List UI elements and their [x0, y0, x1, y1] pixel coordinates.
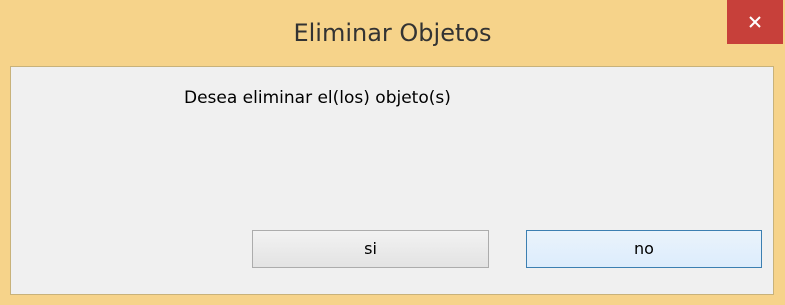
- dialog-window: Eliminar Objetos Desea eliminar el(los) …: [0, 0, 785, 305]
- close-button[interactable]: [727, 0, 783, 44]
- dialog-content: Desea eliminar el(los) objeto(s) si no: [10, 66, 774, 295]
- close-icon: [749, 16, 761, 28]
- confirmation-message: Desea eliminar el(los) objeto(s): [184, 88, 451, 108]
- no-button[interactable]: no: [526, 230, 762, 268]
- title-bar[interactable]: Eliminar Objetos: [0, 0, 785, 66]
- window-title: Eliminar Objetos: [293, 19, 492, 47]
- yes-button[interactable]: si: [252, 230, 489, 268]
